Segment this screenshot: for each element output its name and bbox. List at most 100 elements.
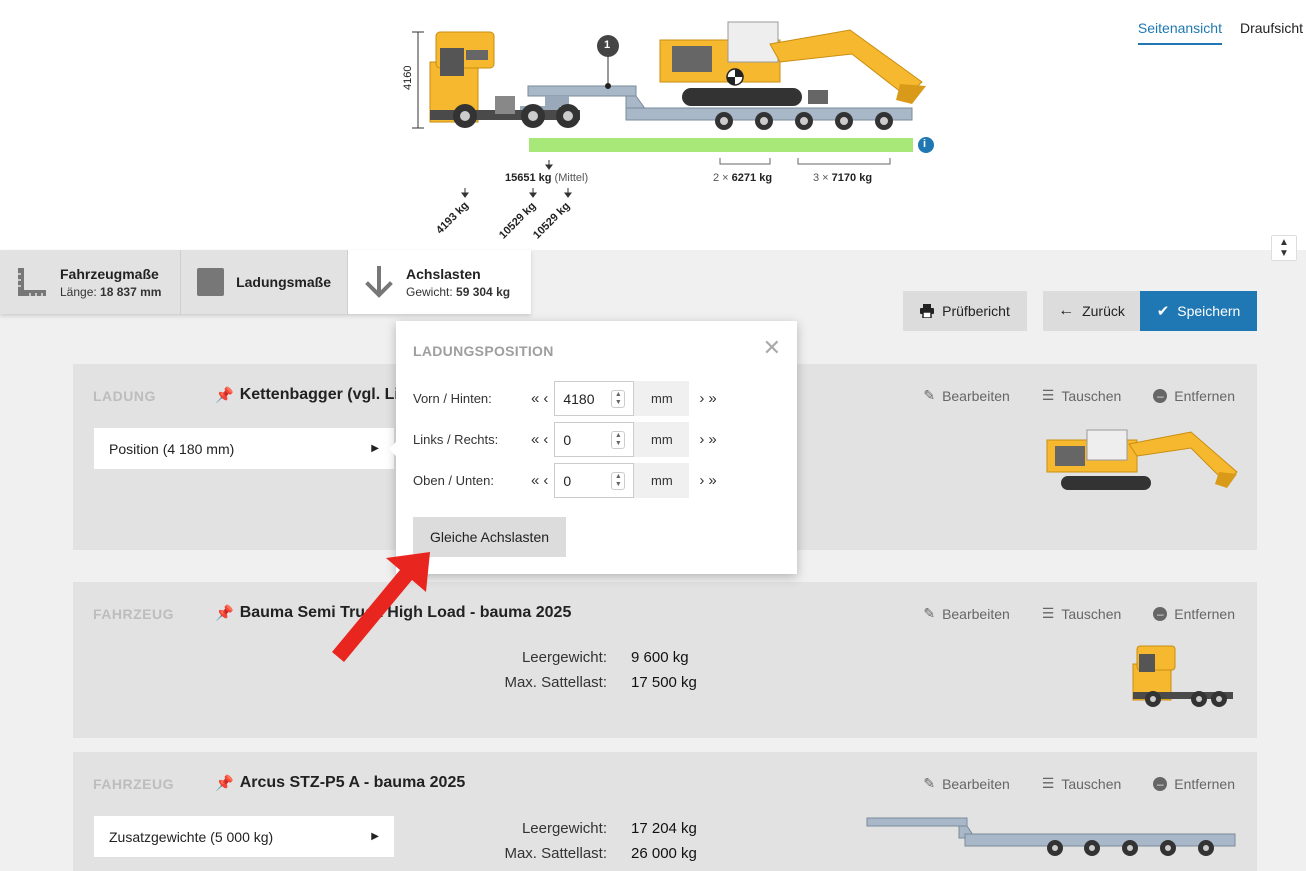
chevron-right-icon[interactable]: › — [699, 431, 704, 448]
edit-button[interactable]: ✎ Bearbeiten — [923, 387, 1009, 404]
tab-load-dimensions[interactable]: Ladungsmaße — [181, 250, 348, 314]
back-button[interactable]: ← Zurück — [1043, 291, 1140, 331]
spec-key: Max. Sattellast: — [504, 674, 607, 691]
box-icon — [197, 268, 225, 296]
height-dimension-label: 4160 — [402, 65, 414, 90]
unit-label: mm — [634, 422, 690, 457]
double-chevron-right-icon[interactable]: » — [708, 390, 716, 407]
top-bottom-input[interactable]: 0 ▲ ▼ — [554, 463, 635, 498]
tab-axle-loads-title: Achslasten — [406, 265, 481, 282]
view-tabs: Seitenansicht Draufsicht — [1137, 18, 1306, 45]
axle-group-brackets — [719, 158, 891, 165]
back-button-label: Zurück — [1082, 303, 1125, 319]
double-chevron-left-icon[interactable]: « — [531, 431, 539, 448]
center-of-gravity-icon — [726, 68, 744, 86]
vehicle-side-diagram — [412, 21, 934, 198]
save-button[interactable]: ✔ Speichern — [1140, 291, 1257, 331]
red-arrow-annotation — [332, 552, 430, 662]
close-icon[interactable]: ✕ — [763, 337, 781, 359]
swap-button[interactable]: ☰ Tauschen — [1042, 387, 1122, 404]
pin-icon: 📌 — [215, 387, 234, 404]
truck-thumbnail — [1132, 645, 1233, 707]
pencil-icon: ✎ — [923, 605, 936, 621]
remove-button[interactable]: – Entfernen — [1153, 387, 1235, 404]
sort-icon: ▲ ▼ — [1279, 237, 1289, 259]
card-type-label: LADUNG — [93, 388, 156, 404]
vehicle-card-truck: FAHRZEUG 📌 Bauma Semi Truck High Load - … — [73, 582, 1257, 738]
spec-key: Leergewicht: — [521, 820, 607, 837]
card-actions: ✎ Bearbeiten ☰ Tauschen – Entfernen — [923, 605, 1235, 622]
load-bar — [529, 138, 913, 152]
chevron-right-icon[interactable]: › — [699, 390, 704, 407]
vehicle-specs: Leergewicht: 9 600 kg Max. Sattellast: 1… — [491, 649, 751, 691]
vehicle-card-trailer: FAHRZEUG 📌 Arcus STZ-P5 A - bauma 2025 ✎… — [73, 752, 1257, 871]
double-chevron-left-icon[interactable]: « — [531, 472, 539, 489]
chevron-left-icon[interactable]: ‹ — [543, 431, 548, 448]
spinner-icon[interactable]: ▲ ▼ — [611, 389, 626, 408]
spinner-icon[interactable]: ▲ ▼ — [611, 471, 626, 490]
tab-vehicle-dimensions-title: Fahrzeugmaße — [60, 265, 159, 282]
tab-axle-loads-sub: Gewicht: 59 304 kg — [406, 284, 511, 299]
tab-top-view[interactable]: Draufsicht — [1240, 18, 1306, 45]
position-select[interactable]: Position (4 180 mm) ▶ — [94, 428, 394, 469]
excavator-thumbnail — [1046, 429, 1238, 490]
spec-value: 17 500 kg — [631, 674, 697, 691]
mittel-load-label: 15651 kg (Mittel) — [505, 172, 589, 184]
dimension-tabs: Fahrzeugmaße Länge: 18 837 mm Ladungsmaß… — [0, 250, 531, 314]
tab-side-view[interactable]: Seitenansicht — [1137, 18, 1222, 45]
chevron-left-icon[interactable]: ‹ — [543, 390, 548, 407]
edit-button[interactable]: ✎ Bearbeiten — [923, 775, 1009, 792]
tab-load-dimensions-title: Ladungsmaße — [236, 274, 331, 290]
additional-weights-select[interactable]: Zusatzgewichte (5 000 kg) ▶ — [94, 816, 394, 857]
excavator-shape — [659, 21, 926, 106]
card-type-label: FAHRZEUG — [93, 606, 174, 622]
left-right-input[interactable]: 0 ▲ ▼ — [554, 422, 635, 457]
double-chevron-right-icon[interactable]: » — [708, 472, 716, 489]
unit-label: mm — [634, 463, 690, 498]
minus-circle-icon: – — [1153, 388, 1168, 403]
pencil-icon: ✎ — [923, 387, 936, 403]
chevron-left-icon[interactable]: ‹ — [543, 472, 548, 489]
front-back-input[interactable]: 4180 ▲ ▼ — [554, 381, 635, 416]
list-icon: ☰ — [1041, 387, 1055, 403]
row-label: Links / Rechts: — [413, 432, 499, 447]
report-button[interactable]: Prüfbericht — [903, 291, 1027, 331]
tab-axle-loads[interactable]: Achslasten Gewicht: 59 304 kg — [348, 250, 531, 314]
pin-icon: 📌 — [215, 605, 234, 622]
arrow-left-icon: ← — [1058, 302, 1075, 319]
report-button-label: Prüfbericht — [942, 303, 1010, 319]
spinner-icon[interactable]: ▲ ▼ — [611, 430, 626, 449]
card-actions: ✎ Bearbeiten ☰ Tauschen – Entfernen — [923, 387, 1235, 404]
spec-key: Max. Sattellast: — [504, 845, 607, 862]
chevron-right-icon[interactable]: › — [699, 472, 704, 489]
position-row-left-right: Links / Rechts: « ‹ 0 ▲ ▼ mm › » — [413, 422, 717, 457]
sort-toggle-button[interactable]: ▲ ▼ — [1271, 235, 1297, 261]
popup-pointer — [389, 441, 397, 457]
minus-circle-icon: – — [1153, 776, 1168, 791]
tab-vehicle-dimensions[interactable]: Fahrzeugmaße Länge: 18 837 mm — [0, 250, 181, 314]
double-chevron-left-icon[interactable]: « — [531, 390, 539, 407]
caret-right-icon: ▶ — [371, 443, 379, 454]
check-icon: ✔ — [1156, 303, 1170, 320]
axle-group-1-label: 2 × 6271 kg — [713, 172, 773, 184]
marker-1-label: 1 — [604, 39, 611, 51]
remove-button[interactable]: – Entfernen — [1153, 605, 1235, 622]
load-position-popup: LADUNGSPOSITION ✕ Vorn / Hinten: « ‹ 418… — [396, 321, 797, 574]
tab-vehicle-dimensions-sub: Länge: 18 837 mm — [60, 284, 162, 299]
double-chevron-right-icon[interactable]: » — [708, 431, 716, 448]
edit-button[interactable]: ✎ Bearbeiten — [923, 605, 1009, 622]
select-divider — [94, 857, 394, 858]
vehicle-specs: Leergewicht: 17 204 kg Max. Sattellast: … — [491, 820, 751, 862]
swap-button[interactable]: ☰ Tauschen — [1042, 605, 1122, 622]
popup-title: LADUNGSPOSITION — [413, 343, 554, 359]
minus-circle-icon: – — [1153, 606, 1168, 621]
remove-button[interactable]: – Entfernen — [1153, 775, 1235, 792]
position-row-front-back: Vorn / Hinten: « ‹ 4180 ▲ ▼ mm › » — [413, 381, 717, 416]
trailer-thumbnail — [866, 817, 1236, 856]
printer-icon — [920, 304, 935, 318]
list-icon: ☰ — [1041, 605, 1055, 621]
swap-button[interactable]: ☰ Tauschen — [1042, 775, 1122, 792]
row-label: Oben / Unten: — [413, 473, 494, 488]
pin-icon: 📌 — [215, 775, 234, 792]
spec-key: Leergewicht: — [521, 649, 607, 666]
